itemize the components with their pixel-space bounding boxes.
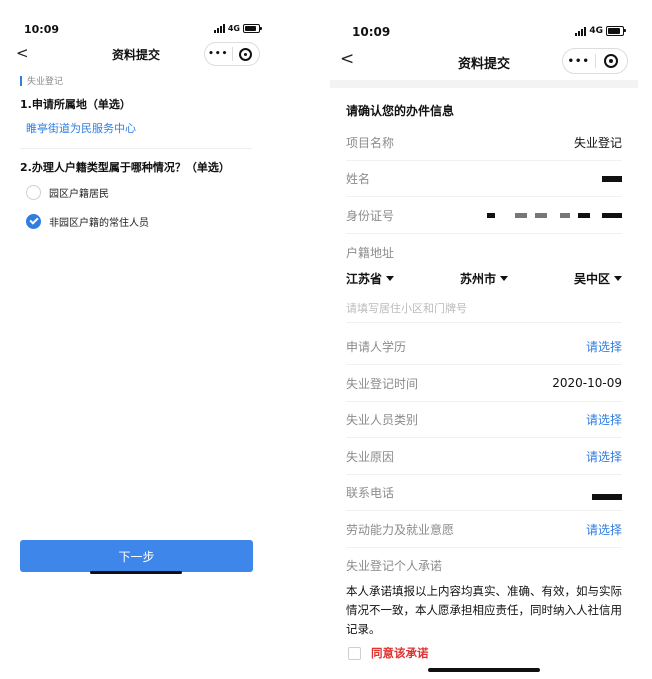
network-label: 4G <box>589 26 603 36</box>
close-target-button[interactable] <box>233 47 260 61</box>
target-circle-icon <box>604 54 619 68</box>
promise-text: 本人承诺填报以上内容均真实、准确、有效，如与实际情况不一致，本人愿承担相应责任，… <box>346 584 622 636</box>
row-project-name: 项目名称 失业登记 <box>346 124 622 161</box>
caret-down-icon <box>613 276 622 281</box>
row-unemployed-category[interactable]: 失业人员类别 请选择 <box>346 401 622 438</box>
left-phone-screen: 10:09 4G < 资料提交 ••• 失业登记 1.申请所属地（单选） 睢亭街… <box>6 0 266 679</box>
radio-unchecked[interactable] <box>26 185 41 200</box>
battery-icon <box>243 24 262 33</box>
battery-icon <box>606 26 626 36</box>
option-local-resident[interactable]: 园区户籍居民 <box>26 185 109 200</box>
target-circle-icon <box>239 47 253 61</box>
masked-id-number <box>483 208 622 222</box>
row-phone[interactable]: 联系电话 <box>346 474 622 511</box>
row-id-number: 身份证号 <box>346 197 622 234</box>
city-select[interactable]: 苏州市 <box>460 270 508 287</box>
section-heading: 请确认您的办件信息 <box>346 104 455 118</box>
address-label: 户籍地址 <box>346 246 395 260</box>
next-step-button[interactable]: 下一步 <box>20 540 253 572</box>
status-time: 10:09 <box>24 23 60 36</box>
agree-promise-checkbox[interactable]: 同意该承诺 <box>348 645 429 661</box>
caret-down-icon <box>500 276 508 281</box>
status-bar: 10:09 4G <box>6 0 266 36</box>
question-1-title: 1.申请所属地（单选） <box>20 98 131 111</box>
close-target-button[interactable] <box>596 54 628 68</box>
promise-title: 失业登记个人承诺 <box>346 559 443 573</box>
row-name: 姓名 <box>346 160 622 197</box>
district-select[interactable]: 吴中区 <box>574 270 622 287</box>
capsule-menu: ••• <box>562 48 628 74</box>
signal-icon <box>575 26 587 36</box>
row-unemployment-reason[interactable]: 失业原因 请选择 <box>346 438 622 475</box>
radio-checked-icon[interactable] <box>26 214 41 229</box>
more-dots-icon[interactable]: ••• <box>563 56 595 67</box>
header-separator <box>330 80 638 88</box>
divider <box>20 148 252 149</box>
masked-phone[interactable] <box>588 484 622 500</box>
address-detail-input[interactable]: 请填写居住小区和门牌号 <box>346 294 622 323</box>
home-indicator <box>90 571 182 574</box>
status-time: 10:09 <box>352 25 391 39</box>
row-registration-date[interactable]: 失业登记时间 2020-10-09 <box>346 365 622 402</box>
question-2-title: 2.办理人户籍类型属于哪种情况？（单选） <box>20 161 230 174</box>
question-1-answer[interactable]: 睢亭街道为民服务中心 <box>26 120 136 136</box>
network-label: 4G <box>227 24 240 33</box>
capsule-menu: ••• <box>204 42 260 66</box>
home-indicator <box>428 668 540 672</box>
caret-down-icon <box>386 276 395 281</box>
address-selects: 江苏省 苏州市 吴中区 <box>346 270 622 287</box>
masked-name <box>598 171 622 185</box>
row-work-ability[interactable]: 劳动能力及就业意愿 请选择 <box>346 511 622 548</box>
section-tag: 失业登记 <box>20 74 63 87</box>
more-dots-icon[interactable]: ••• <box>205 49 232 59</box>
province-select[interactable]: 江苏省 <box>346 270 395 287</box>
nav-bar: < 资料提交 ••• <box>6 42 266 68</box>
status-bar: 10:09 4G <box>330 0 638 39</box>
row-education[interactable]: 申请人学历 请选择 <box>346 328 622 365</box>
right-phone-screen: 10:09 4G < 资料提交 ••• 请确认您的办件信息 项目名称 失业登记 … <box>330 0 638 679</box>
option-nonlocal-resident[interactable]: 非园区户籍的常住人员 <box>26 214 149 229</box>
nav-bar: < 资料提交 ••• <box>330 48 638 76</box>
checkbox-icon[interactable] <box>348 646 361 660</box>
signal-icon <box>213 24 225 33</box>
